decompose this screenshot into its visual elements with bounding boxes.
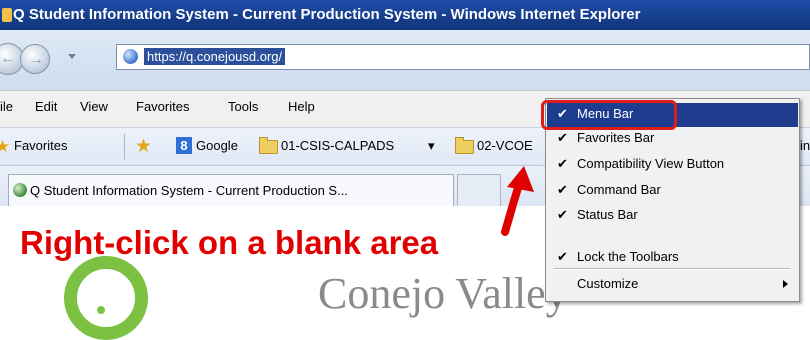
google-icon: 8 <box>176 137 192 154</box>
folder-icon <box>259 137 278 154</box>
context-menu-item-command-bar[interactable]: ✔ Command Bar <box>547 179 798 203</box>
checkmark-icon: ✔ <box>557 207 568 222</box>
favorite-folder-vcoe[interactable]: 02-VCOE <box>477 138 533 153</box>
menu-bar-highlight <box>541 100 677 130</box>
site-icon <box>123 49 138 64</box>
favorites-overflow-text: in <box>800 138 810 153</box>
submenu-arrow-icon <box>783 280 788 288</box>
favorite-folder-csis-calpads[interactable]: 01-CSIS-CALPADS <box>281 138 394 153</box>
checkmark-icon: ✔ <box>557 130 568 145</box>
site-icon <box>13 183 27 197</box>
context-menu-item-status-bar[interactable]: ✔ Status Bar <box>547 204 798 228</box>
favorites-star-icon: ★ <box>0 137 11 156</box>
menu-tools[interactable]: Tools <box>228 99 258 114</box>
menu-help[interactable]: Help <box>288 99 315 114</box>
title-bar: Q Student Information System - Current P… <box>0 0 810 30</box>
new-tab-button[interactable] <box>457 174 501 206</box>
forward-button[interactable]: → <box>20 44 50 74</box>
context-menu-item-favorites-bar[interactable]: ✔ Favorites Bar <box>547 127 798 151</box>
url-text[interactable]: https://q.conejousd.org/ <box>144 48 286 65</box>
separator <box>124 134 125 160</box>
checkmark-icon: ✔ <box>557 156 568 171</box>
favorite-link-google[interactable]: Google <box>196 138 238 153</box>
tab-label: Q Student Information System - Current P… <box>30 183 348 198</box>
context-menu-item-compatibility-view-button[interactable]: ✔ Compatibility View Button <box>547 153 798 177</box>
context-menu-item-lock-toolbars[interactable]: ✔ Lock the Toolbars <box>547 246 798 270</box>
district-logo <box>64 256 148 340</box>
page-heading: Conejo Valley <box>318 269 568 318</box>
back-arrow-icon: ← <box>0 50 16 67</box>
forward-arrow-icon: → <box>28 51 44 68</box>
browser-tab[interactable]: Q Student Information System - Current P… <box>8 174 454 206</box>
favorites-button[interactable]: Favorites <box>14 138 67 153</box>
menu-favorites[interactable]: Favorites <box>136 99 189 114</box>
menu-file[interactable]: File <box>0 99 13 114</box>
menu-view[interactable]: View <box>80 99 108 114</box>
menu-edit[interactable]: Edit <box>35 99 57 114</box>
window-title: Q Student Information System - Current P… <box>13 6 641 23</box>
recent-pages-dropdown-icon[interactable] <box>68 54 76 59</box>
instruction-annotation: Right-click on a blank area <box>20 224 439 261</box>
navigation-bar: ← → https://q.conejousd.org/ <box>0 30 810 90</box>
folder-icon <box>455 137 474 154</box>
internet-explorer-icon <box>2 8 12 22</box>
address-bar[interactable]: https://q.conejousd.org/ <box>116 44 810 70</box>
context-menu-item-customize[interactable]: Customize <box>547 273 798 297</box>
add-to-favorites-icon[interactable]: ★ <box>135 135 152 158</box>
folder-dropdown-icon[interactable]: ▾ <box>428 138 435 154</box>
checkmark-icon: ✔ <box>557 249 568 264</box>
checkmark-icon: ✔ <box>557 182 568 197</box>
